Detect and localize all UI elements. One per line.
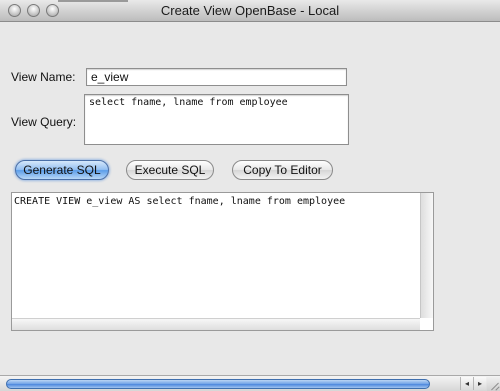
execute-sql-button[interactable]: Execute SQL: [126, 160, 214, 180]
scroll-left-arrow-icon[interactable]: ◂: [460, 377, 473, 390]
sql-output-text[interactable]: CREATE VIEW e_view AS select fname, lnam…: [14, 196, 419, 207]
create-view-window: Create View OpenBase - Local View Name: …: [0, 0, 500, 391]
generate-sql-button[interactable]: Generate SQL: [15, 160, 109, 180]
view-query-label: View Query:: [11, 115, 77, 129]
title-bar[interactable]: Create View OpenBase - Local: [0, 0, 500, 22]
sql-output-panel[interactable]: CREATE VIEW e_view AS select fname, lnam…: [11, 192, 434, 331]
output-vertical-scrollbar[interactable]: [420, 193, 433, 318]
scroll-right-arrow-icon[interactable]: ▸: [473, 377, 486, 390]
scrollbar-thumb[interactable]: [6, 379, 430, 389]
output-horizontal-scrollbar[interactable]: [12, 318, 420, 330]
window-horizontal-scrollbar[interactable]: ◂ ▸: [0, 375, 500, 391]
background-window-edge: [58, 0, 128, 2]
view-query-textarea[interactable]: select fname, lname from employee: [84, 94, 349, 145]
view-name-field[interactable]: e_view: [86, 68, 347, 86]
resize-grip-icon[interactable]: [487, 377, 500, 391]
view-name-label: View Name:: [11, 70, 76, 84]
window-title: Create View OpenBase - Local: [160, 3, 340, 18]
copy-to-editor-button[interactable]: Copy To Editor: [232, 160, 333, 180]
